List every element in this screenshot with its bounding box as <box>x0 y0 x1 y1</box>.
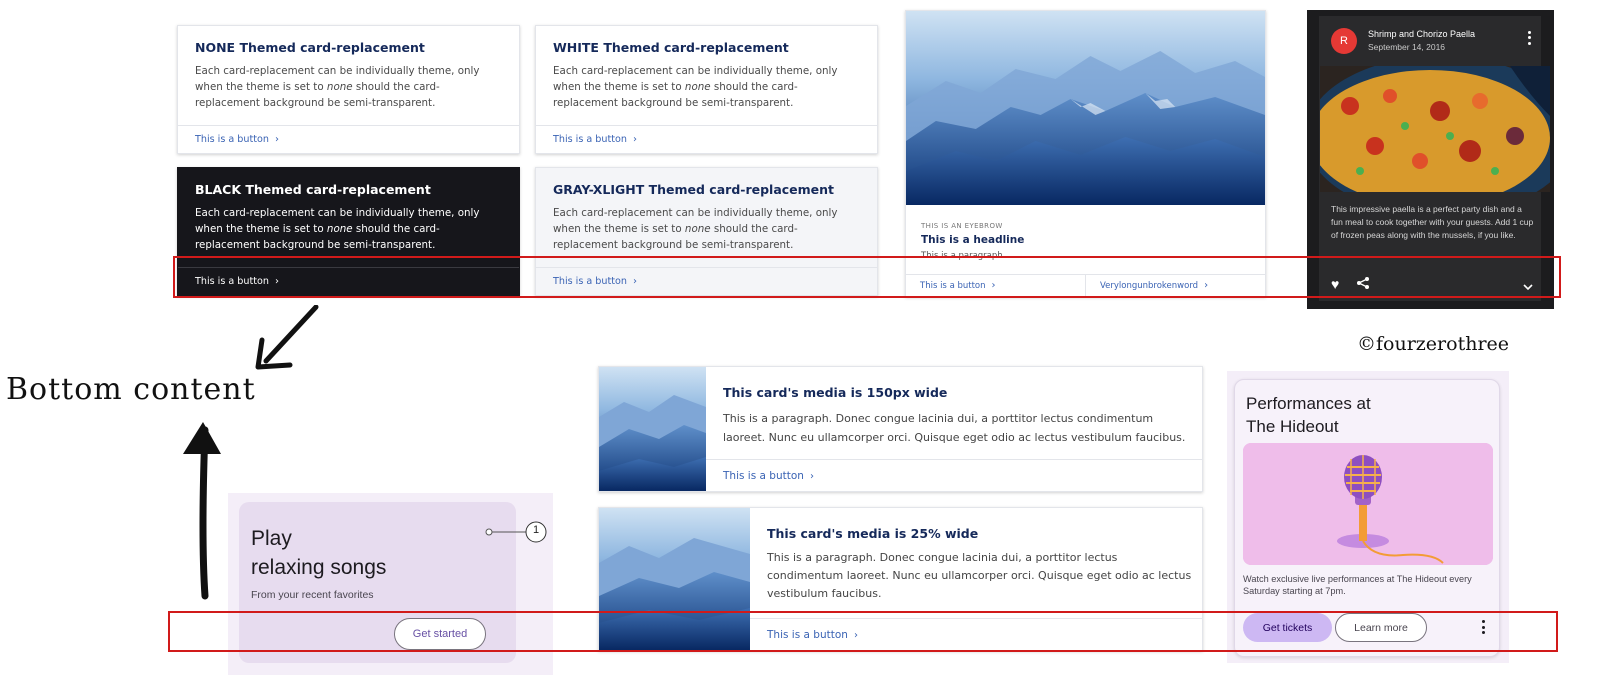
recipe-date: September 14, 2016 <box>1368 42 1446 52</box>
learn-more-button[interactable]: Learn more <box>1335 613 1427 642</box>
avatar: R <box>1331 28 1357 54</box>
more-vert-icon[interactable] <box>1524 30 1534 46</box>
card-footer: This is a button › <box>536 267 877 295</box>
card-footer: This is a button › <box>178 125 519 153</box>
copyright: ©fourzerothree <box>1357 333 1510 355</box>
play-subtitle: From your recent favorites <box>251 589 374 601</box>
media-card-150px: This card's media is 150px wide This is … <box>598 366 1203 492</box>
chevron-right-icon: › <box>274 134 279 145</box>
perf-text: Watch exclusive live performances at The… <box>1243 574 1472 596</box>
card-title: GRAY-XLIGHT Themed card-replacement <box>553 182 835 197</box>
heart-icon[interactable]: ♥ <box>1331 276 1339 292</box>
more-vert-icon[interactable] <box>1479 620 1487 634</box>
verylongunbrokenword-button[interactable]: Verylongunbrokenword › <box>1100 280 1208 291</box>
card-button[interactable]: This is a button › <box>553 276 637 287</box>
paragraph: This is a paragraph. <box>921 251 1006 261</box>
perf-title: Performances at The Hideout <box>1246 394 1371 436</box>
card-text: Each card-replacement can be individuall… <box>553 207 838 251</box>
card-button[interactable]: This is a button › <box>723 470 814 482</box>
play-card: Play relaxing songs From your recent fav… <box>239 502 516 663</box>
chevron-right-icon: › <box>274 276 279 287</box>
headline-card: THIS IS AN EYEBROW This is a headline Th… <box>905 10 1266 297</box>
microphone-image <box>1243 443 1493 565</box>
chevron-right-icon: › <box>632 276 637 287</box>
recipe-body: This impressive paella is a perfect part… <box>1331 204 1534 240</box>
media-card-title: This card's media is 150px wide <box>723 385 948 400</box>
chevron-right-icon: › <box>1204 280 1209 291</box>
card-button[interactable]: This is a button › <box>553 134 637 145</box>
media-card-text: This is a paragraph. Donec congue lacini… <box>723 412 1186 444</box>
chevron-right-icon: › <box>632 134 637 145</box>
media-card-text: This is a paragraph. Donec congue lacini… <box>767 551 1192 600</box>
perf-card: Performances at The Hideout Watch exclus… <box>1234 379 1500 657</box>
card-text: Each card-replacement can be individuall… <box>553 65 838 109</box>
play-title: Play relaxing songs <box>251 527 387 579</box>
card-title: BLACK Themed card-replacement <box>195 182 431 197</box>
chevron-right-icon: › <box>809 470 814 482</box>
paella-image <box>1320 66 1550 192</box>
card-media-mountains <box>599 508 750 650</box>
card-footer: This is a button › <box>178 267 519 295</box>
card-media-mountains <box>599 367 706 491</box>
white-themed-card: WHITE Themed card-replacement Each card-… <box>535 25 878 154</box>
card-text: Each card-replacement can be individuall… <box>195 65 480 109</box>
card-button[interactable]: This is a button › <box>767 629 858 641</box>
annotation-arrow-up <box>175 418 230 605</box>
annotation-label: Bottom content <box>6 372 256 407</box>
card-title: WHITE Themed card-replacement <box>553 40 789 55</box>
recipe-title: Shrimp and Chorizo Paella <box>1368 29 1476 39</box>
chevron-right-icon: › <box>853 629 858 641</box>
card-footer: This is a button › <box>536 125 877 153</box>
get-started-button[interactable]: Get started <box>394 618 486 650</box>
media-card-title: This card's media is 25% wide <box>767 526 979 541</box>
card-button[interactable]: This is a button › <box>195 276 279 287</box>
annotation-arrow-down <box>250 304 325 385</box>
card-media-mountains <box>906 11 1265 205</box>
callout-number: 1 <box>532 524 540 536</box>
chevron-down-icon[interactable] <box>1523 278 1533 296</box>
black-themed-card: BLACK Themed card-replacement Each card-… <box>177 167 520 296</box>
recipe-card: R Shrimp and Chorizo Paella September 14… <box>1307 10 1554 309</box>
get-tickets-button[interactable]: Get tickets <box>1243 613 1332 642</box>
share-icon[interactable] <box>1356 276 1370 295</box>
none-themed-card: NONE Themed card-replacement Each card-r… <box>177 25 520 154</box>
chevron-right-icon: › <box>991 280 996 291</box>
card-button[interactable]: This is a button › <box>920 280 996 291</box>
gray-xlight-themed-card: GRAY-XLIGHT Themed card-replacement Each… <box>535 167 878 296</box>
card-button[interactable]: This is a button › <box>195 134 279 145</box>
card-title: NONE Themed card-replacement <box>195 40 425 55</box>
card-text: Each card-replacement can be individuall… <box>195 207 480 251</box>
headline: This is a headline <box>921 234 1025 246</box>
eyebrow: THIS IS AN EYEBROW <box>921 222 1003 230</box>
media-card-25pct: This card's media is 25% wide This is a … <box>598 507 1203 651</box>
